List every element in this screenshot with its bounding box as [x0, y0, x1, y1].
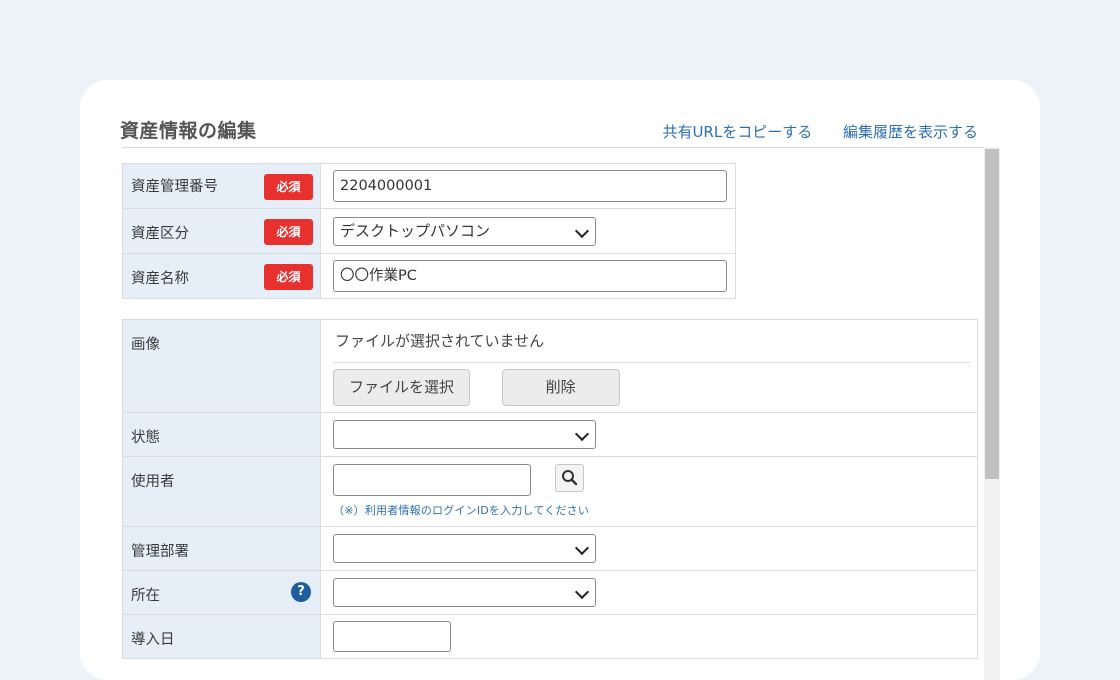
required-badge: 必須 [264, 174, 313, 200]
asset-number-cell: 2204000001 [320, 163, 736, 209]
asset-name-cell: 〇〇作業PC [320, 253, 736, 299]
table-row: 使用者 （※）利用者情報のログインIDを入力してください [122, 456, 978, 527]
chevron-down-icon [574, 223, 590, 238]
table-row: 導入日 [122, 614, 978, 659]
user-login-id-input[interactable] [333, 464, 531, 496]
file-status-text: ファイルが選択されていません [333, 320, 970, 363]
table-row: 所在 ? [122, 570, 978, 615]
header-links: 共有URLをコピーする 編集履歴を表示する [636, 121, 978, 142]
asset-name-label-cell: 資産名称 必須 [122, 253, 321, 299]
help-icon[interactable]: ? [291, 582, 311, 602]
vertical-scrollbar[interactable] [984, 147, 1000, 680]
asset-category-label: 資産区分 [131, 226, 189, 242]
show-edit-history-link[interactable]: 編集履歴を表示する [843, 123, 978, 141]
install-date-label: 導入日 [131, 632, 175, 648]
required-badge: 必須 [264, 219, 313, 245]
user-label: 使用者 [131, 474, 175, 490]
delete-image-button[interactable]: 削除 [501, 369, 620, 406]
chevron-down-icon [574, 426, 590, 442]
chevron-down-icon [574, 584, 590, 600]
scrollbar-thumb[interactable] [985, 149, 999, 479]
asset-name-input[interactable]: 〇〇作業PC [333, 260, 727, 292]
asset-name-label: 資産名称 [131, 271, 189, 287]
user-search-button[interactable] [554, 464, 584, 492]
user-cell: （※）利用者情報のログインIDを入力してください [320, 456, 978, 527]
edit-asset-card: 資産情報の編集 共有URLをコピーする 編集履歴を表示する 資産管理番号 必須 … [80, 80, 1040, 680]
table-row: 状態 [122, 412, 978, 457]
asset-number-input[interactable]: 2204000001 [333, 170, 727, 202]
asset-category-cell: デスクトップパソコン [320, 208, 736, 254]
heading-divider [122, 147, 998, 148]
status-cell [320, 412, 978, 457]
table-row: 資産区分 必須 デスクトップパソコン [122, 208, 736, 254]
location-cell [320, 570, 978, 615]
asset-number-label: 資産管理番号 [131, 179, 218, 195]
chevron-down-icon [574, 540, 590, 556]
page-title: 資産情報の編集 [120, 120, 257, 142]
install-date-input[interactable] [333, 621, 451, 652]
asset-number-label-cell: 資産管理番号 必須 [122, 163, 321, 209]
image-cell: ファイルが選択されていません ファイルを選択 削除 [320, 319, 978, 413]
user-input-hint: （※）利用者情報のログインIDを入力してください [333, 504, 590, 517]
asset-category-selected: デスクトップパソコン [340, 221, 491, 240]
department-label-cell: 管理部署 [122, 526, 321, 571]
department-select[interactable] [333, 534, 596, 563]
location-label: 所在 [131, 588, 160, 604]
user-label-cell: 使用者 [122, 456, 321, 527]
basic-info-table: 資産管理番号 必須 2204000001 資産区分 必須 デスクトップパソコン … [122, 163, 736, 299]
status-label: 状態 [131, 430, 160, 446]
location-label-cell: 所在 ? [122, 570, 321, 615]
location-select[interactable] [333, 578, 596, 607]
department-cell [320, 526, 978, 571]
table-row: 画像 ファイルが選択されていません ファイルを選択 削除 [122, 319, 978, 413]
install-date-cell [320, 614, 978, 659]
asset-category-label-cell: 資産区分 必須 [122, 208, 321, 254]
image-label: 画像 [131, 337, 160, 353]
table-row: 資産名称 必須 〇〇作業PC [122, 253, 736, 299]
copy-share-url-link[interactable]: 共有URLをコピーする [662, 123, 812, 141]
image-label-cell: 画像 [122, 319, 321, 413]
table-row: 資産管理番号 必須 2204000001 [122, 163, 736, 209]
asset-category-select[interactable]: デスクトップパソコン [333, 216, 596, 246]
status-label-cell: 状態 [122, 412, 321, 457]
department-label: 管理部署 [131, 544, 189, 560]
detail-info-table: 画像 ファイルが選択されていません ファイルを選択 削除 状態 使用者 （※）利… [122, 319, 978, 659]
search-icon [561, 470, 577, 486]
choose-file-button[interactable]: ファイルを選択 [333, 369, 470, 406]
install-date-label-cell: 導入日 [122, 614, 321, 659]
status-select[interactable] [333, 420, 596, 449]
table-row: 管理部署 [122, 526, 978, 571]
required-badge: 必須 [264, 264, 313, 290]
